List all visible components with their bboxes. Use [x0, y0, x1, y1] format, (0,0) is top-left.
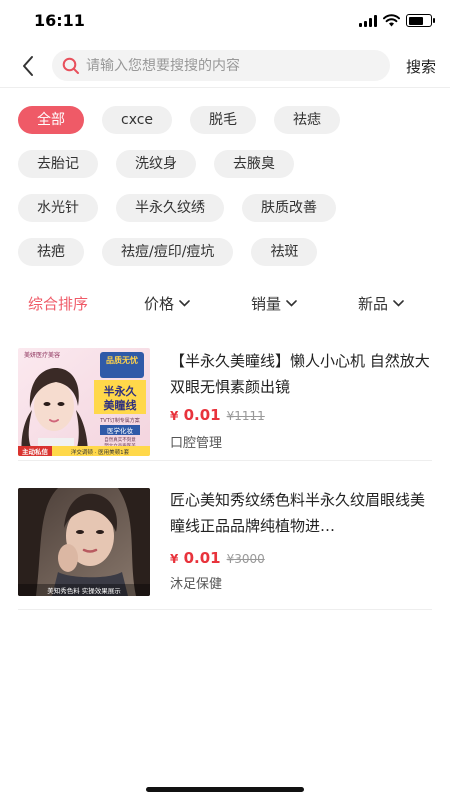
product-item[interactable]: 美妍医疗美容 品质无忧 半永久 美瞳线 TVT订制专属方案 医学化妆 自然真实不…: [18, 336, 432, 461]
original-price: ¥1111: [226, 409, 265, 423]
price-value: 0.01: [183, 406, 221, 424]
sort-bar: 综合排序 价格 销量 新品: [0, 288, 450, 318]
cellular-signal-icon: [359, 14, 377, 27]
search-button[interactable]: 搜索: [406, 56, 436, 77]
search-box[interactable]: [52, 50, 390, 81]
tag-semi-permanent[interactable]: 半永久纹绣: [116, 194, 224, 222]
sort-price[interactable]: 价格: [144, 293, 190, 314]
chevron-left-icon: [23, 56, 33, 76]
sort-sales[interactable]: 销量: [251, 293, 297, 314]
tag-skin-improvement[interactable]: 肤质改善: [242, 194, 336, 222]
thumb-note-2: 医学化妆: [107, 426, 134, 435]
currency-symbol: ¥: [170, 409, 179, 423]
product-price: ¥ 0.01 ¥1111: [170, 406, 265, 424]
product-item[interactable]: 美知秀色料 实操效果展示 匠心美知秀纹绣色料半永久纹眉眼线美瞳线正品品牌纯植物进…: [18, 473, 432, 610]
back-button[interactable]: [14, 52, 42, 80]
product-price: ¥ 0.01 ¥3000: [170, 549, 265, 567]
thumb-footer: 洋交调顿 · 医用美顿1套: [71, 448, 130, 456]
tag-hair-removal[interactable]: 脱毛: [190, 106, 257, 134]
chevron-down-icon: [393, 300, 404, 307]
thumb-badge: 品质无忧: [106, 355, 138, 365]
search-header: 搜索: [0, 44, 450, 88]
tag-row: 去胎记 洗纹身 去腋臭: [18, 150, 438, 178]
status-time: 16:11: [34, 11, 85, 30]
currency-symbol: ¥: [170, 552, 179, 566]
thumb-note-3: 自然真实不刻意: [104, 436, 136, 443]
sort-price-label: 价格: [144, 295, 175, 313]
chevron-down-icon: [286, 300, 297, 307]
product-store: 口腔管理: [170, 436, 223, 451]
thumb-caption: 美知秀色料 实操效果展示: [47, 586, 121, 595]
battery-icon: [406, 14, 435, 27]
tag-spot-removal[interactable]: 祛斑: [251, 238, 318, 266]
chevron-down-icon: [179, 300, 190, 307]
thumb-cta: 主动私信: [22, 447, 49, 456]
current-price: ¥ 0.01: [170, 549, 221, 567]
original-price: ¥3000: [226, 552, 265, 566]
product-image: 美妍医疗美容 品质无忧 半永久 美瞳线 TVT订制专属方案 医学化妆 自然真实不…: [18, 348, 150, 456]
home-indicator: [146, 787, 304, 792]
thumb-headline-2: 美瞳线: [104, 398, 137, 412]
product-image: 美知秀色料 实操效果展示: [18, 488, 150, 596]
product-title: 匠心美知秀纹绣色料半永久纹眉眼线美瞳线正品品牌纯植物进…: [170, 491, 426, 535]
tag-cxce[interactable]: cxce: [102, 106, 173, 134]
tag-tattoo-removal[interactable]: 洗纹身: [116, 150, 196, 178]
tag-scar-removal[interactable]: 祛疤: [18, 238, 84, 266]
tag-underarm-odor[interactable]: 去腋臭: [214, 150, 294, 178]
tag-row: 祛疤 祛痘/痘印/痘坑 祛斑: [18, 238, 438, 266]
wifi-icon: [383, 14, 400, 27]
tag-row: 全部 cxce 脱毛 祛痣: [18, 106, 438, 134]
category-tags: 全部 cxce 脱毛 祛痣 去胎记 洗纹身 去腋臭 水光针 半永久纹绣 肤质改善…: [18, 106, 438, 282]
tag-acne-treatment[interactable]: 祛痘/痘印/痘坑: [102, 238, 234, 266]
product-store: 沐足保健: [170, 577, 223, 592]
sort-comprehensive[interactable]: 综合排序: [28, 293, 88, 314]
current-price: ¥ 0.01: [170, 406, 221, 424]
status-icons: [359, 14, 435, 27]
tag-mole-removal[interactable]: 祛痣: [274, 106, 341, 134]
tag-row: 水光针 半永久纹绣 肤质改善: [18, 194, 438, 222]
tag-birthmark-removal[interactable]: 去胎记: [18, 150, 98, 178]
tag-all[interactable]: 全部: [18, 106, 84, 134]
search-input[interactable]: [86, 57, 366, 74]
sort-new[interactable]: 新品: [358, 293, 404, 314]
thumb-headline-1: 半永久: [104, 384, 138, 398]
price-value: 0.01: [183, 549, 221, 567]
tag-hydro-injection[interactable]: 水光针: [18, 194, 98, 222]
search-icon: [62, 57, 79, 74]
sort-sales-label: 销量: [251, 295, 282, 313]
sort-new-label: 新品: [358, 295, 389, 313]
product-title: 【半永久美瞳线】懒人小心机 自然放大双眼无惧素颜出镜: [170, 352, 430, 396]
status-bar: 16:11: [0, 0, 450, 44]
thumb-brand: 美妍医疗美容: [24, 351, 60, 359]
thumb-note-1: TVT订制专属方案: [99, 417, 140, 424]
